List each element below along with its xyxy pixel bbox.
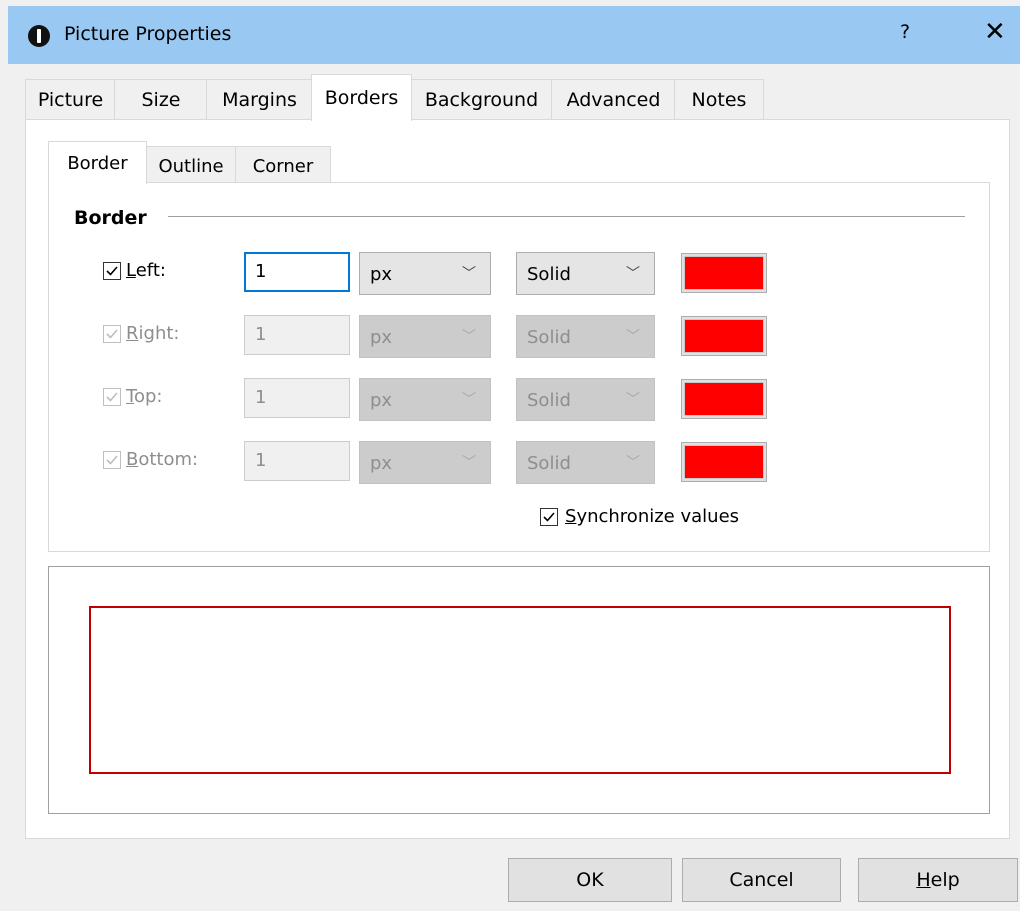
bottom-checkbox[interactable] — [103, 451, 121, 469]
right-width-input[interactable]: 1 — [244, 315, 350, 355]
chevron-down-icon: ﹀ — [626, 392, 640, 408]
title-bar: Picture Properties ? ✕ — [8, 6, 1020, 64]
bottom-width-input[interactable]: 1 — [244, 441, 350, 481]
tab-advanced[interactable]: Advanced — [551, 79, 676, 120]
color-swatch — [684, 382, 764, 416]
chevron-down-icon: ﹀ — [626, 266, 640, 282]
top-color-button[interactable] — [681, 379, 767, 419]
left-width-input[interactable]: 1 — [244, 252, 350, 292]
tab-picture[interactable]: Picture — [25, 79, 116, 120]
checkmark-icon — [106, 266, 118, 276]
checkmark-icon — [106, 455, 118, 465]
border-subpanel — [48, 182, 990, 552]
subtab-outline[interactable]: Outline — [145, 146, 237, 185]
border-preview-frame — [89, 606, 951, 774]
help-question-icon[interactable]: ? — [900, 21, 910, 43]
close-icon[interactable]: ✕ — [984, 17, 1006, 47]
right-label: Right: — [126, 323, 180, 344]
bottom-color-button[interactable] — [681, 442, 767, 482]
top-width-input[interactable]: 1 — [244, 378, 350, 418]
help-button[interactable]: Help — [858, 858, 1018, 902]
left-label: Left: — [126, 260, 166, 281]
left-style-select[interactable]: Solid ﹀ — [516, 252, 655, 295]
group-divider — [168, 216, 965, 217]
right-checkbox[interactable] — [103, 325, 121, 343]
checkmark-icon — [106, 329, 118, 339]
bottom-label: Bottom: — [126, 449, 199, 470]
color-swatch — [684, 256, 764, 290]
top-unit-select[interactable]: px ﹀ — [359, 378, 491, 421]
group-label-border: Border — [74, 207, 147, 229]
app-info-icon — [28, 25, 50, 47]
tab-margins[interactable]: Margins — [206, 79, 313, 120]
tab-size[interactable]: Size — [114, 79, 208, 120]
right-style-select[interactable]: Solid ﹀ — [516, 315, 655, 358]
top-checkbox[interactable] — [103, 388, 121, 406]
chevron-down-icon: ﹀ — [462, 266, 476, 282]
right-color-button[interactable] — [681, 316, 767, 356]
color-swatch — [684, 445, 764, 479]
checkmark-icon — [106, 392, 118, 402]
chevron-down-icon: ﹀ — [462, 455, 476, 471]
synchronize-checkbox[interactable] — [540, 508, 558, 526]
color-swatch — [684, 319, 764, 353]
chevron-down-icon: ﹀ — [626, 455, 640, 471]
checkmark-icon — [543, 512, 555, 522]
ok-button[interactable]: OK — [508, 858, 672, 902]
bottom-unit-select[interactable]: px ﹀ — [359, 441, 491, 484]
chevron-down-icon: ﹀ — [462, 329, 476, 345]
top-style-select[interactable]: Solid ﹀ — [516, 378, 655, 421]
left-color-button[interactable] — [681, 253, 767, 293]
top-label: Top: — [126, 386, 163, 407]
left-checkbox[interactable] — [103, 262, 121, 280]
tab-borders[interactable]: Borders — [311, 74, 412, 121]
window-title: Picture Properties — [64, 23, 232, 45]
chevron-down-icon: ﹀ — [626, 329, 640, 345]
tab-background[interactable]: Background — [410, 79, 553, 120]
bottom-style-select[interactable]: Solid ﹀ — [516, 441, 655, 484]
cancel-button[interactable]: Cancel — [682, 858, 841, 902]
subtab-corner[interactable]: Corner — [235, 146, 331, 185]
right-unit-select[interactable]: px ﹀ — [359, 315, 491, 358]
subtab-border[interactable]: Border — [48, 141, 147, 184]
tab-notes[interactable]: Notes — [674, 79, 764, 120]
synchronize-label: Synchronize values — [565, 506, 740, 527]
left-unit-select[interactable]: px ﹀ — [359, 252, 491, 295]
chevron-down-icon: ﹀ — [462, 392, 476, 408]
